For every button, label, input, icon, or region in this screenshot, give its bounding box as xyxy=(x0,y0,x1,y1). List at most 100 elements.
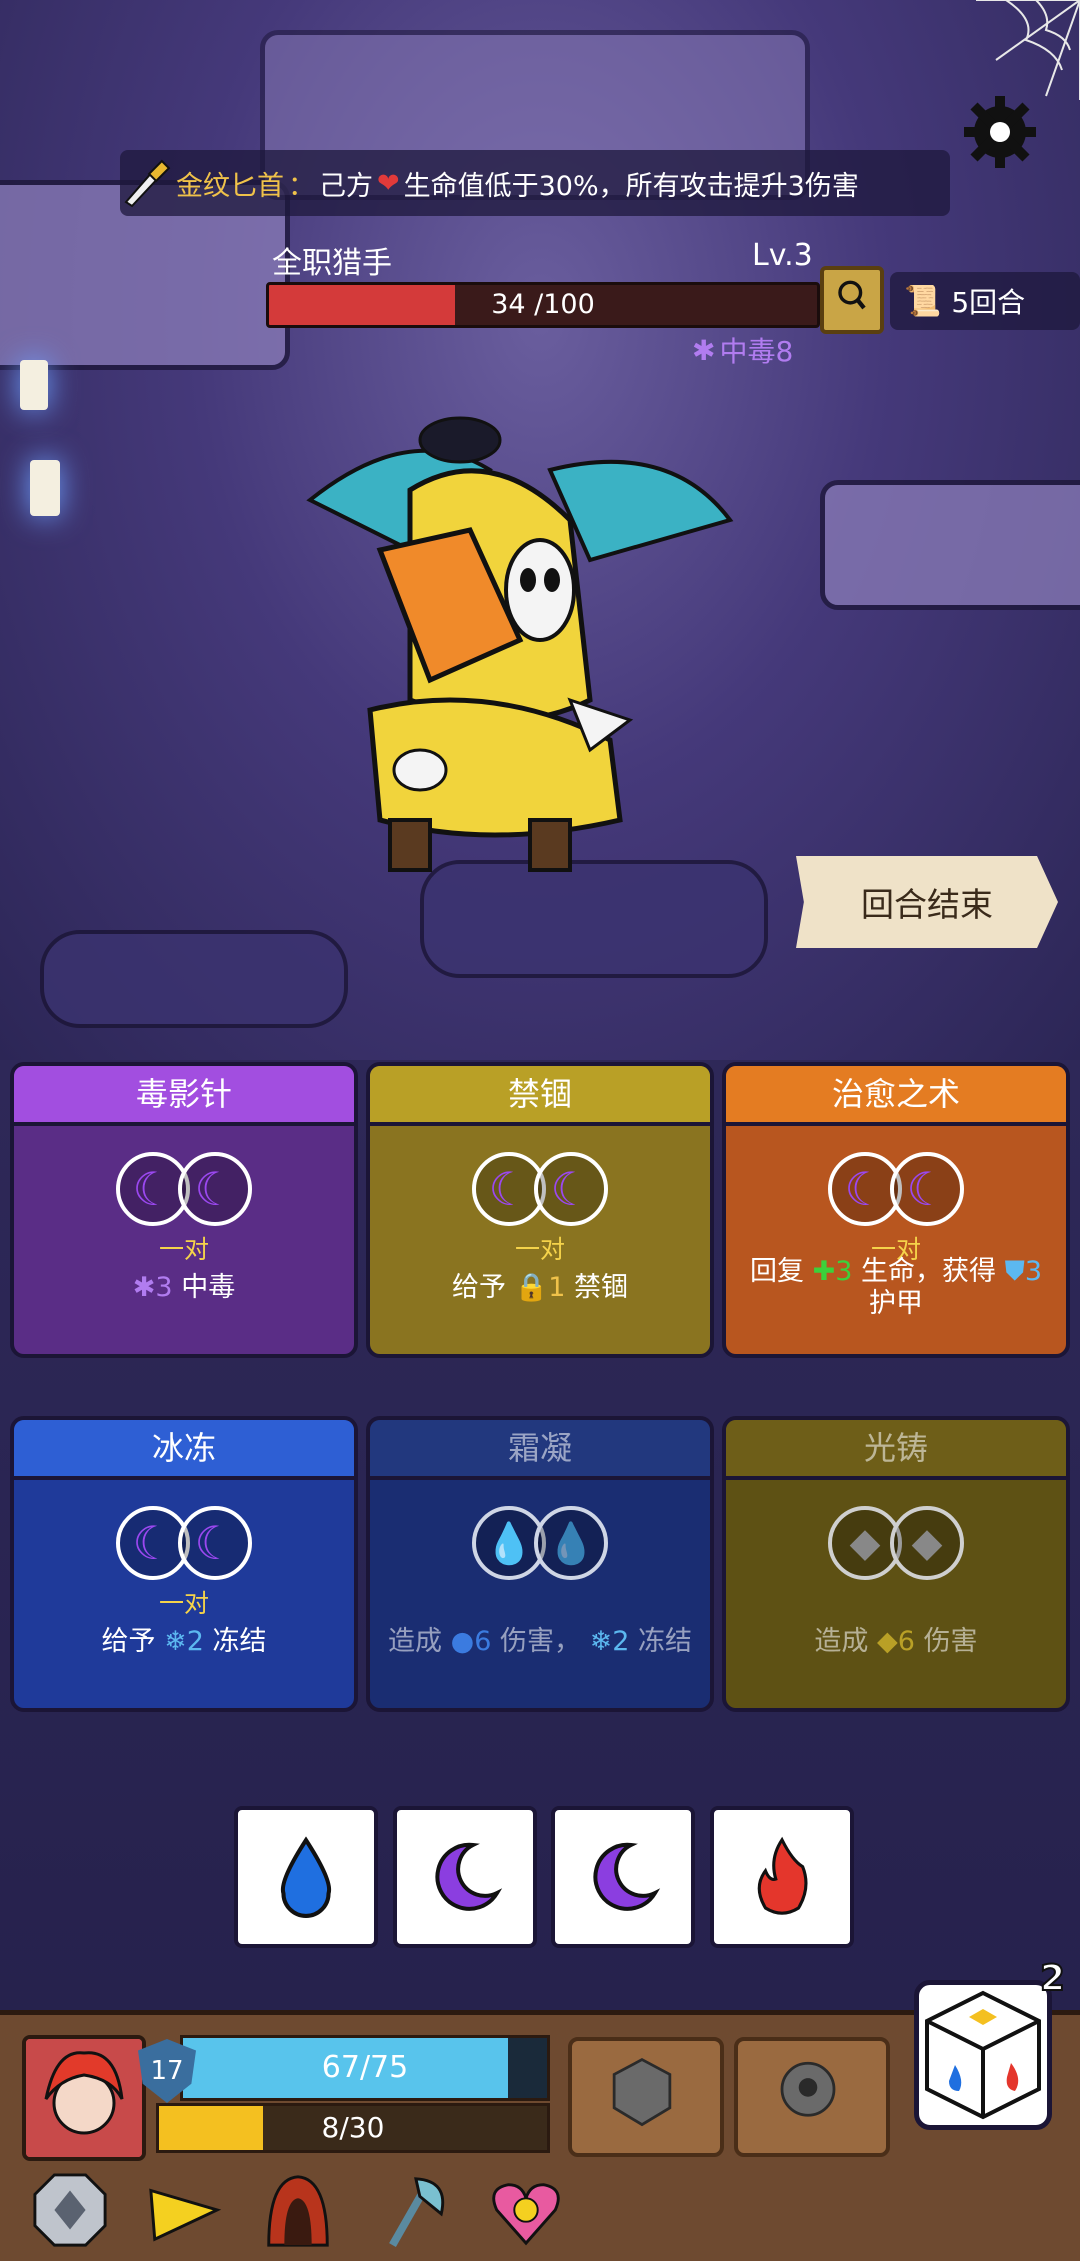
enemy-hp-text: 34 /100 xyxy=(491,289,595,320)
dice-slot[interactable]: ☾ xyxy=(178,1152,252,1226)
heart-icon: ❤ xyxy=(377,167,400,199)
effect-prefix: 造成 xyxy=(814,1626,869,1657)
player-xp-bar: 8/30 xyxy=(156,2103,550,2153)
enemy-poison-status[interactable]: ✱ 中毒8 xyxy=(692,330,793,370)
card-effect: 造成 ●6 伤害， ❄2 冻结 xyxy=(370,1626,710,1658)
octagon-relic-icon[interactable] xyxy=(30,2170,110,2250)
skull-skill-slot[interactable] xyxy=(734,2037,890,2157)
effect-prefix: 回复 xyxy=(749,1256,804,1287)
dice-slot-pair[interactable]: ☾ ☾ xyxy=(828,1152,964,1226)
card-effect: 给予 ❄2 冻结 xyxy=(14,1626,354,1658)
die-moon[interactable] xyxy=(393,1806,537,1948)
end-turn-button[interactable]: 回合结束 xyxy=(796,856,1058,948)
die-moon[interactable] xyxy=(551,1806,695,1948)
moon-icon: ☾ xyxy=(550,1162,592,1216)
die-water[interactable] xyxy=(234,1806,378,1948)
candle-icon xyxy=(30,460,60,516)
relic-colon: ： xyxy=(288,170,315,202)
effect-text: 中毒 xyxy=(181,1272,236,1303)
card-effect: ✱3 中毒 xyxy=(14,1272,354,1304)
dice-slot-pair[interactable]: ☾ ☾ xyxy=(116,1506,252,1580)
effect-mid: 伤害， xyxy=(499,1626,581,1657)
moon-icon xyxy=(435,1842,503,1911)
effect-value-2: 3 xyxy=(1024,1256,1043,1287)
candle-icon xyxy=(20,360,48,410)
dice-slot[interactable]: ☾ xyxy=(890,1152,964,1226)
effect-text: 冻结 xyxy=(637,1626,692,1657)
dice-skill-slot[interactable] xyxy=(568,2037,724,2157)
effect-value: 2 xyxy=(186,1626,204,1657)
moon-icon: ☾ xyxy=(194,1162,236,1216)
skill-card-imprison[interactable]: 禁锢 ☾ ☾ 一对 给予 🔒1 禁锢 xyxy=(366,1062,714,1358)
ground-stone xyxy=(40,930,348,1028)
dice-slot[interactable]: ☾ xyxy=(178,1506,252,1580)
dice-slot: 💧 xyxy=(534,1506,608,1580)
relic-owner: 己方 xyxy=(319,170,373,202)
moon-icon: ☾ xyxy=(488,1162,530,1216)
effect-prefix: 给予 xyxy=(452,1272,506,1303)
snowflake-icon: ❄ xyxy=(589,1626,613,1657)
poison-icon: ✱ xyxy=(692,333,716,367)
card-effect: 造成 ◆6 伤害 xyxy=(726,1626,1066,1658)
effect-prefix: 给予 xyxy=(101,1626,156,1657)
player-avatar[interactable] xyxy=(22,2035,146,2161)
effect-text: 伤害 xyxy=(923,1626,978,1657)
heal-plus-icon: ✚ xyxy=(812,1256,836,1287)
pair-label: 一对 xyxy=(158,1589,209,1618)
moon-icon xyxy=(593,1842,661,1911)
moon-icon: ☾ xyxy=(906,1162,948,1216)
skill-card-frost: 霜凝 💧 💧 造成 ●6 伤害， ❄2 冻结 xyxy=(366,1416,714,1712)
player-level: 17 xyxy=(150,2056,184,2086)
turn-counter-text: 5回合 xyxy=(951,286,1026,319)
skill-card-poison-needle[interactable]: 毒影针 ☾ ☾ 一对 ✱3 中毒 xyxy=(10,1062,358,1358)
player-hp-bar: 67/75 xyxy=(180,2035,550,2101)
axe-weapon-icon[interactable] xyxy=(372,2170,452,2250)
hood-armor-icon[interactable] xyxy=(258,2170,338,2250)
enemy-inspect-icon[interactable] xyxy=(820,266,884,334)
dice-slot[interactable]: ☾ xyxy=(534,1152,608,1226)
effect-value: 6 xyxy=(474,1626,492,1657)
effect-value-2: 2 xyxy=(612,1626,630,1657)
enemy-hunter-sprite[interactable] xyxy=(290,380,750,900)
equipment-bar xyxy=(0,2170,1080,2256)
moon-icon: ☾ xyxy=(194,1516,236,1570)
poison-icon: ✱ xyxy=(132,1272,156,1303)
effect-text: 禁锢 xyxy=(574,1272,628,1303)
card-title: 禁锢 xyxy=(370,1066,710,1126)
reroll-count: 2 xyxy=(1039,1957,1066,2000)
reroll-die-button[interactable] xyxy=(914,1980,1052,2130)
heart-amulet-icon[interactable] xyxy=(486,2170,566,2250)
relic-description: 生命值低于30%，所有攻击提升3伤害 xyxy=(403,170,859,202)
skill-card-healing[interactable]: 治愈之术 ☾ ☾ 一对 回复 ✚3 生命，获得 ⛊3 护甲 xyxy=(722,1062,1070,1358)
card-title: 毒影针 xyxy=(14,1066,354,1126)
effect-text: 冻结 xyxy=(212,1626,267,1657)
effect-value: 6 xyxy=(897,1626,915,1657)
scroll-icon: 📜 xyxy=(904,283,942,319)
relic-name: 金纹匕首 xyxy=(176,170,284,202)
pair-label: 一对 xyxy=(514,1235,565,1264)
skill-card-lightforge: 光铸 ◆ ◆ 造成 ◆6 伤害 xyxy=(722,1416,1070,1712)
effect-value: 3 xyxy=(835,1256,853,1287)
moon-icon: ☾ xyxy=(844,1162,886,1216)
die-fire[interactable] xyxy=(710,1806,854,1948)
enemy-level: Lv.3 xyxy=(752,238,813,273)
cheese-relic-icon[interactable] xyxy=(144,2170,224,2250)
effect-mid: 生命，获得 xyxy=(860,1256,996,1287)
card-title: 治愈之术 xyxy=(726,1066,1066,1126)
dice-slot-pair: ◆ ◆ xyxy=(828,1506,964,1580)
effect-value: 1 xyxy=(548,1272,566,1303)
card-effect: 给予 🔒1 禁锢 xyxy=(370,1272,710,1304)
card-effect: 回复 ✚3 生命，获得 ⛊3 护甲 xyxy=(726,1256,1066,1321)
effect-value: 3 xyxy=(155,1272,173,1303)
snowflake-icon: ❄ xyxy=(164,1626,187,1657)
cobweb-icon xyxy=(976,0,1080,100)
stone-tomb xyxy=(820,480,1080,610)
effect-suffix: 护甲 xyxy=(869,1288,923,1320)
diamond-icon: ◆ xyxy=(849,1520,881,1566)
moon-icon: ☾ xyxy=(132,1162,174,1216)
dice-slot-pair[interactable]: ☾ ☾ xyxy=(116,1152,252,1226)
dagger-icon xyxy=(124,159,171,208)
settings-gear-icon[interactable] xyxy=(960,92,1040,172)
skill-card-freeze[interactable]: 冰冻 ☾ ☾ 一对 给予 ❄2 冻结 xyxy=(10,1416,358,1712)
dice-slot-pair[interactable]: ☾ ☾ xyxy=(472,1152,608,1226)
